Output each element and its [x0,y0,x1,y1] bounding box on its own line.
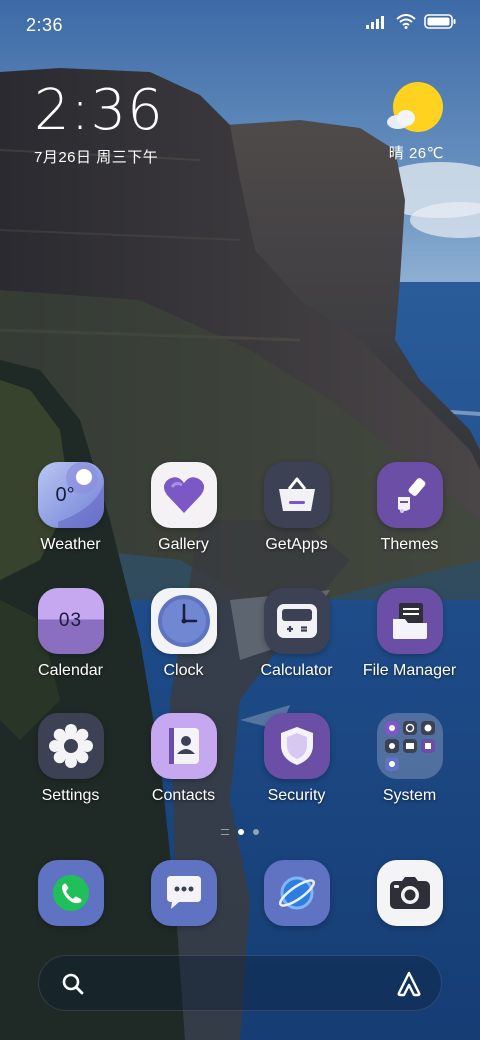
folder-grid-icon [376,713,443,779]
dock-messages[interactable] [151,860,217,926]
calculator-icon [263,588,330,654]
dock-browser[interactable] [264,860,330,926]
clock-icon [150,588,217,654]
assistant-icon[interactable] [395,970,423,998]
app-clock[interactable]: Clock [127,588,240,680]
widget-date: 7月26日 周三下午 [34,149,159,166]
app-label: Settings [41,787,100,804]
widget-time: 2:36 [34,78,164,143]
app-label: GetApps [265,536,328,553]
app-contacts[interactable]: Contacts [127,713,240,805]
phone-icon [53,875,89,911]
app-calendar[interactable]: 03 Calendar [14,588,127,680]
app-gallery[interactable]: Gallery [127,462,240,554]
heart-icon [150,462,217,528]
app-label: Clock [163,662,204,679]
search-bar[interactable] [38,955,442,1011]
app-weather[interactable]: 0° Weather [14,462,127,554]
status-time: 2:36 [26,15,64,35]
app-label: Calendar [38,662,103,679]
page-dot[interactable] [253,829,259,835]
shield-icon [263,713,330,779]
status-icons [366,14,456,29]
search-icon[interactable] [61,972,85,996]
app-getapps[interactable]: GetApps [240,462,353,554]
weather-icon-temp: 0° [55,484,75,506]
calendar-day: 03 [58,610,83,631]
message-icon [167,876,201,909]
basket-icon [263,462,330,528]
browser-icon [279,876,315,910]
dock-phone[interactable] [38,860,104,926]
app-security[interactable]: Security [240,713,353,805]
page-dot-active[interactable] [238,829,244,835]
camera-icon [390,877,430,909]
app-label: Themes [380,536,439,553]
app-settings[interactable]: Settings [14,713,127,805]
weather-widget[interactable]: 晴 26℃ [386,82,444,163]
app-label: System [382,787,437,804]
app-label: File Manager [362,662,457,679]
weather-text: 晴 26℃ [388,145,444,162]
app-calculator[interactable]: Calculator [240,588,353,680]
app-label: Contacts [151,787,216,804]
dock-camera[interactable] [377,860,443,926]
app-file-manager[interactable]: File Manager [353,588,466,680]
sunny-cloud-icon [387,82,443,132]
gear-icon [37,713,104,779]
folder-icon [376,588,443,654]
app-system-folder[interactable]: System [353,713,466,805]
app-label: Gallery [158,536,209,553]
app-themes[interactable]: Themes [353,462,466,554]
clock-widget[interactable]: 2:36 7月26日 周三下午 [34,80,164,167]
weather-icon: 0° [37,462,104,528]
contact-card-icon [150,713,217,779]
page-indicator[interactable] [0,829,480,835]
paintbrush-icon [376,462,443,528]
battery-icon [424,14,456,29]
signal-icon [366,15,384,29]
status-bar: 2:36 [0,0,480,50]
app-label: Weather [40,536,101,553]
app-label: Calculator [260,662,333,679]
wifi-icon [396,14,416,29]
app-label: Security [267,787,326,804]
page-indicator-menu[interactable] [221,829,229,835]
calendar-icon: 03 [37,588,104,654]
